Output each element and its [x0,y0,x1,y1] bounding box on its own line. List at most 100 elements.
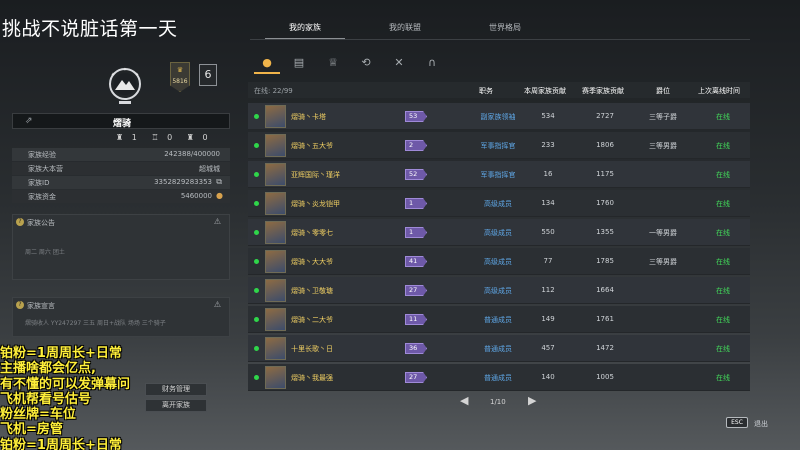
member-icon[interactable]: ● [254,52,280,74]
avatar[interactable] [265,163,286,186]
overlay-line: 飞机=房管 [0,422,63,438]
warning-icon[interactable]: ⚠ [214,300,221,309]
family-stats: 家族经验 242388/400000 家族大本营 超城城 家族ID 335282928… [12,148,230,208]
question-icon: ? [16,218,24,226]
header-title: 爵位 [656,87,670,95]
table-row[interactable]: 熠骑丶零零七 1 高级成员 550 1355 一等男爵 在线 [248,219,750,246]
table-row[interactable]: 亚辉国际丶瑾洋 52 军事指挥官 16 1175 在线 [248,161,750,188]
online-indicator [254,259,259,264]
avatar[interactable] [265,192,286,215]
level-badge: 53 [405,111,427,122]
tier1-count: ♜ 1 [116,133,137,142]
tab-world-pattern[interactable]: 世界格局 [465,22,545,33]
family-manifesto: ? 家族宣言 ⚠ 熠骑收人 YY247297 三五 周日+战队 场场 三个骑子 [12,297,230,337]
table-row[interactable]: 熠骑丶我最强 27 普通成员 140 1005 在线 [248,364,750,391]
next-page-icon[interactable]: ▶ [528,394,536,407]
helmet-icon[interactable]: ∩ [419,52,445,74]
avatar[interactable] [265,366,286,389]
header-last-offline: 上次离线时间 [698,87,740,95]
avatar[interactable] [265,337,286,360]
overlay-line: 铂粉=1周周长+日常 [0,346,122,361]
online-count: 在线: 22/99 [254,87,293,95]
question-icon: ? [16,301,24,309]
crown-icon[interactable]: ♕ [320,52,346,74]
stat-funds: 家族资金 5460000 ● [12,190,230,203]
level-badge: 27 [405,372,427,383]
level-badge: 52 [405,169,427,180]
svg-text:✦: ✦ [111,72,115,78]
top-divider [250,39,750,40]
pagination: ◀ 1/10 ▶ [460,394,540,410]
online-indicator [254,375,259,380]
level-badge: 36 [405,343,427,354]
online-indicator [254,172,259,177]
overlay-line: 铂粉=1周周长+日常 [0,437,122,450]
manifesto-text: 熠骑收人 YY247297 三五 周日+战队 场场 三个骑子 [25,320,166,327]
tier3-count: ♜ 0 [186,133,208,142]
exit-label: 退出 [754,420,768,428]
esc-key-button[interactable]: ESC [726,417,748,428]
family-name-bar: ⇗ 熠骑 [12,113,230,129]
announcement-text: 周二 周六 团土 [25,249,65,256]
tab-my-family[interactable]: 我的家族 [265,22,345,33]
overlay-line: 主播啥都会亿点, [0,361,96,377]
avatar[interactable] [265,250,286,273]
scroll-icon[interactable]: ▤ [286,52,312,74]
overlay-line: 粉丝牌=车位 [0,407,76,423]
overlay-line: 有不懂的可以发弹幕问 [0,376,131,392]
avatar[interactable] [265,134,286,157]
table-row[interactable]: 熠骑丶卡塔 53 副家族领袖 534 2727 三等子爵 在线 [248,103,750,130]
header-role: 职务 [479,87,493,95]
header-week-contribution: 本周家族贡献 [524,87,566,95]
avatar[interactable] [265,221,286,244]
online-indicator [254,114,259,119]
level-badge: 1 [405,198,427,209]
family-level-badge: 6 [199,64,217,86]
table-row[interactable]: 熠骑丶五大爷 2 军事指挥官 233 1806 三等男爵 在线 [248,132,750,159]
warning-icon[interactable]: ⚠ [214,217,221,226]
stream-title: 挑战不说脏话第一天 [2,18,178,40]
stat-family-id: 家族ID 3352829283353 ⧉ [12,176,230,189]
online-indicator [254,230,259,235]
stat-headquarters: 家族大本营 超城城 [12,162,230,175]
crown-icon: ♛ [176,66,184,74]
table-row[interactable]: 十里长歌丶日 36 普通成员 457 1472 在线 [248,335,750,362]
coin-icon: ● [216,191,223,200]
table-row[interactable]: 熠骑丶大大爷 41 高级成员 77 1785 三等男爵 在线 [248,248,750,275]
fort-icon: ♜ [186,133,194,142]
online-indicator [254,317,259,322]
level-badge: 1 [405,227,427,238]
avatar[interactable] [265,308,286,331]
svg-text:✦: ✦ [123,67,127,73]
level-badge: 11 [405,314,427,325]
svg-text:✦: ✦ [135,72,139,78]
member-table-header: 在线: 22/99 职务 本周家族贡献 赛季家族贡献 爵位 上次离线时间 [248,82,750,98]
family-emblem-icon: ✦ ✦ ✦ [109,67,141,104]
cycle-icon[interactable]: ⟲ [353,52,379,74]
castle-icon: ♜ [116,133,124,142]
tower-icon: ♖ [151,133,159,142]
avatar[interactable] [265,105,286,128]
avatar[interactable] [265,279,286,302]
online-indicator [254,346,259,351]
online-indicator [254,201,259,206]
level-badge: 41 [405,256,427,267]
page-indicator: 1/10 [490,398,506,406]
level-badge: 2 [405,140,427,151]
online-indicator [254,288,259,293]
level-badge: 27 [405,285,427,296]
header-season-contribution: 赛季家族贡献 [582,87,624,95]
family-announcement: ? 家族公告 ⚠ 周二 周六 团土 [12,214,230,280]
crossed-swords-icon[interactable]: ✕ [386,52,412,74]
copy-icon[interactable]: ⧉ [216,177,222,187]
tab-my-alliance[interactable]: 我的联盟 [365,22,445,33]
tier2-count: ♖ 0 [151,133,173,142]
overlay-line: 飞机帮看号估号 [0,391,92,407]
online-indicator [254,143,259,148]
family-rank-badge: ♛ 5816 [170,62,190,92]
table-row[interactable]: 熠骑丶二大爷 11 普通成员 149 1761 在线 [248,306,750,333]
table-row[interactable]: 熠骑丶炎龙铠甲 1 高级成员 134 1760 在线 [248,190,750,217]
stream-overlay-text: 铂粉=1周周长+日常 主播啥都会亿点, 有不懂的可以发弹幕问 飞机帮看号估号 粉… [0,346,170,450]
prev-page-icon[interactable]: ◀ [460,394,468,407]
table-row[interactable]: 熠骑丶卫敬瑭 27 高级成员 112 1664 在线 [248,277,750,304]
